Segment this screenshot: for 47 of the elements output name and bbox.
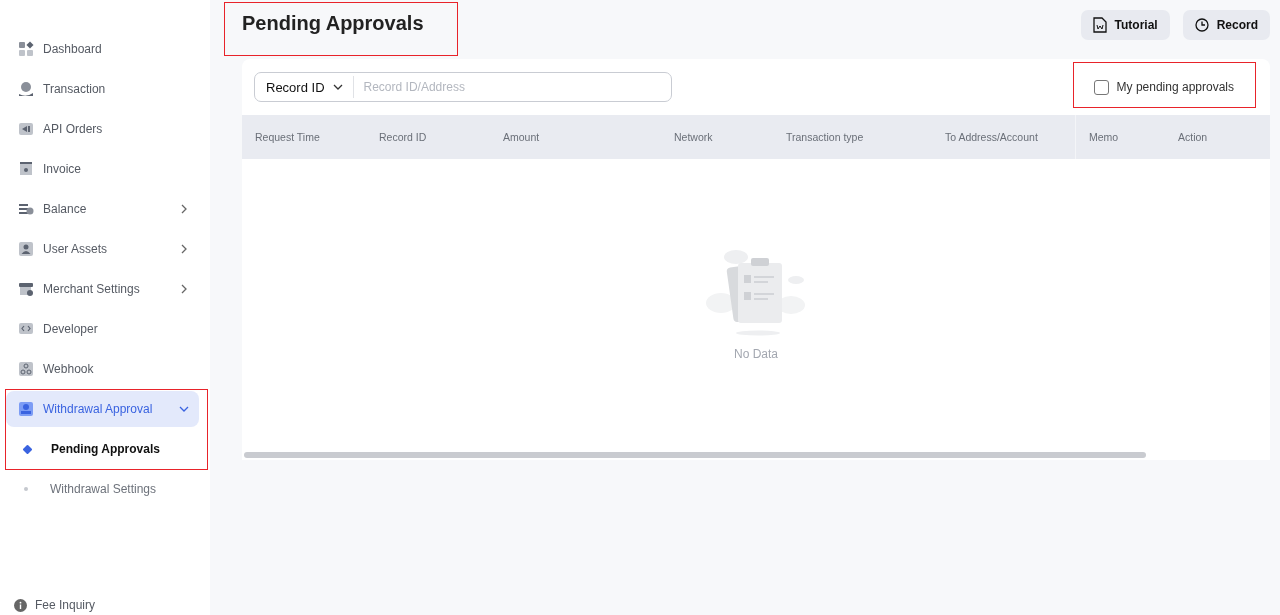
column-header: Record ID <box>379 131 427 143</box>
column-header: To Address/Account <box>945 131 1038 143</box>
column-header: Transaction type <box>786 131 864 143</box>
page-title: Pending Approvals <box>242 12 424 34</box>
sidebar-item-icon <box>18 241 34 257</box>
sidebar-item[interactable]: API Orders <box>6 111 199 147</box>
sidebar-item[interactable]: Withdrawal Approval <box>6 391 199 427</box>
sidebar-item-icon <box>18 401 34 417</box>
sidebar-item-icon <box>18 81 34 97</box>
search-type-dropdown[interactable]: Record ID <box>255 76 354 98</box>
column-header: Action <box>1178 131 1208 143</box>
column-header: Memo <box>1089 131 1119 143</box>
chevron-icon <box>332 82 343 92</box>
sidebar-item-icon <box>18 121 34 137</box>
sidebar-item[interactable]: User Assets <box>6 231 199 267</box>
sidebar-item-icon <box>18 201 34 217</box>
sidebar-item[interactable]: Transaction <box>6 71 199 107</box>
record-button[interactable]: Record <box>1182 10 1270 40</box>
info-icon <box>14 598 27 612</box>
horizontal-scrollbar[interactable] <box>244 452 1146 458</box>
sidebar-item[interactable]: Webhook <box>6 351 199 387</box>
sidebar-item[interactable]: Developer <box>6 311 199 347</box>
document-icon <box>1092 17 1107 33</box>
search-field[interactable]: Record ID Record ID/Address <box>254 72 672 102</box>
fee-inquiry-link[interactable]: Fee Inquiry <box>0 598 210 615</box>
sidebar-item-icon <box>18 361 34 377</box>
pending-approvals-checkbox[interactable]: My pending approvals <box>1093 79 1234 95</box>
sidebar-item-icon <box>18 321 34 337</box>
sidebar-subitem[interactable]: Withdrawal Settings <box>6 471 199 507</box>
sidebar-item[interactable]: Balance <box>6 191 199 227</box>
sidebar-item-icon <box>18 41 34 57</box>
tutorial-button[interactable]: Tutorial <box>1080 10 1170 40</box>
column-header: Amount <box>503 131 540 143</box>
sidebar-item-icon <box>18 161 34 177</box>
chevron-icon <box>179 244 189 254</box>
sidebar-item[interactable]: Merchant Settings <box>6 271 199 307</box>
clock-icon <box>1194 18 1209 32</box>
empty-message: No Data <box>734 346 778 361</box>
column-header: Request Time <box>255 131 320 143</box>
column-header: Network <box>674 131 713 143</box>
chevron-icon <box>179 204 189 214</box>
sidebar-item[interactable]: Dashboard <box>6 31 199 67</box>
chevron-icon <box>179 404 189 414</box>
sidebar-item[interactable]: Invoice <box>6 151 199 187</box>
sidebar-item-icon <box>18 281 34 297</box>
chevron-icon <box>179 284 189 294</box>
sidebar-subitem[interactable]: Pending Approvals <box>6 431 199 467</box>
